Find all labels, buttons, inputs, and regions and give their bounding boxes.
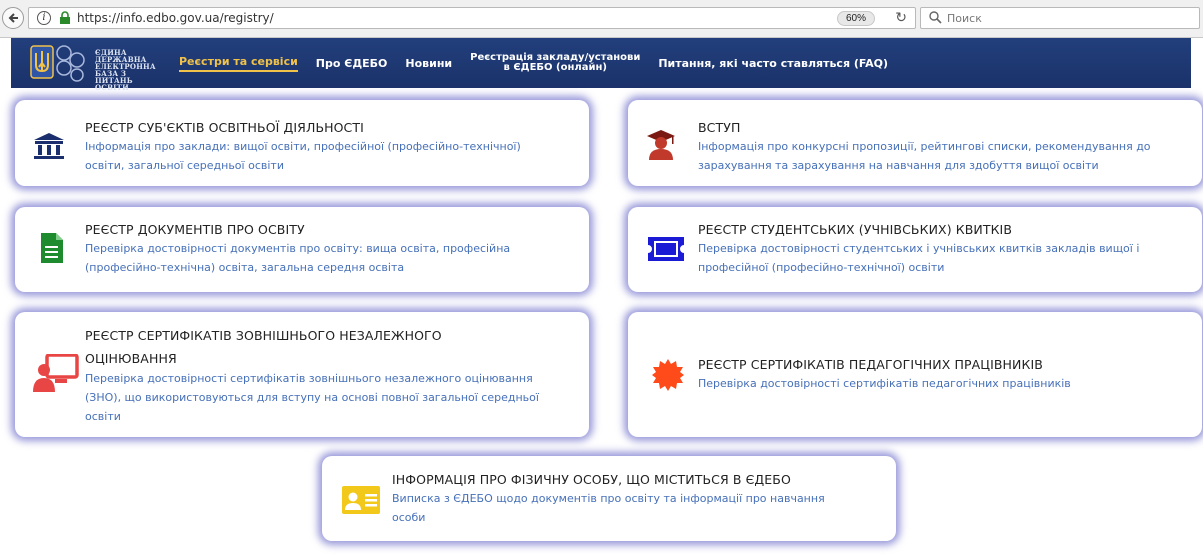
info-icon[interactable]: i <box>37 11 51 25</box>
card-personal-info[interactable]: ІНФОРМАЦІЯ ПРО ФІЗИЧНУ ОСОБУ, ЩО МІСТИТЬ… <box>322 456 896 541</box>
card-description: Інформація про заклади: вищої освіти, пр… <box>85 140 521 172</box>
certificate-badge-icon <box>652 359 684 391</box>
card-title: РЕЄСТР СУБ'ЄКТІВ ОСВІТНЬОЇ ДІЯЛЬНОСТІ <box>85 120 364 135</box>
nav-registration[interactable]: Реєстрація закладу/установи в ЄДЕБО (онл… <box>470 53 640 73</box>
card-admission[interactable]: ВСТУП Інформація про конкурсні пропозиці… <box>628 100 1202 186</box>
card-teacher-certificates[interactable]: РЕЄСТР СЕРТИФІКАТІВ ПЕДАГОГІЧНИХ ПРАЦІВН… <box>628 312 1202 437</box>
back-arrow-icon <box>8 13 18 23</box>
card-title: РЕЄСТР СЕРТИФІКАТІВ ПЕДАГОГІЧНИХ ПРАЦІВН… <box>698 357 1043 372</box>
trident-emblem-icon <box>30 45 85 82</box>
card-description: Перевірка достовірності студентських і у… <box>698 242 1140 274</box>
address-bar[interactable]: i https://info.edbo.gov.ua/registry/ 60%… <box>28 7 916 29</box>
nav-news[interactable]: Новини <box>405 57 452 70</box>
nav-about[interactable]: Про ЄДЕБО <box>316 57 388 70</box>
edebo-logo[interactable]: ЄДИНА ДЕРЖАВНА ЕЛЕКТРОННА БАЗА З ПИТАНЬ … <box>29 43 164 91</box>
card-institutions-registry[interactable]: РЕЄСТР СУБ'ЄКТІВ ОСВІТНЬОЇ ДІЯЛЬНОСТІ Ін… <box>15 100 589 186</box>
card-description: Інформація про конкурсні пропозиції, рей… <box>698 140 1151 172</box>
url-text[interactable]: https://info.edbo.gov.ua/registry/ <box>77 11 274 25</box>
search-icon <box>929 11 943 25</box>
reload-icon[interactable]: ↻ <box>895 10 907 26</box>
logo-text: ЄДИНА ДЕРЖАВНА ЕЛЕКТРОННА БАЗА З ПИТАНЬ … <box>95 48 156 92</box>
lock-icon[interactable] <box>59 11 71 25</box>
presenter-icon <box>33 354 79 392</box>
card-description: Перевірка достовірності сертифікатів пед… <box>698 377 1071 390</box>
site-header: ЄДИНА ДЕРЖАВНА ЕЛЕКТРОННА БАЗА З ПИТАНЬ … <box>11 38 1191 91</box>
card-education-documents[interactable]: РЕЄСТР ДОКУМЕНТІВ ПРО ОСВІТУ Перевірка д… <box>15 207 589 292</box>
back-button[interactable] <box>2 7 24 29</box>
card-student-tickets[interactable]: РЕЄСТР СТУДЕНТСЬКИХ (УЧНІВСЬКИХ) КВИТКІВ… <box>628 207 1202 292</box>
zoom-level[interactable]: 60% <box>836 11 875 26</box>
card-title: РЕЄСТР СЕРТИФІКАТІВ ЗОВНІШНЬОГО НЕЗАЛЕЖН… <box>85 328 442 366</box>
graduate-icon <box>647 130 675 160</box>
card-title: РЕЄСТР ДОКУМЕНТІВ ПРО ОСВІТУ <box>85 222 305 237</box>
id-card-icon <box>342 486 380 514</box>
card-title: ІНФОРМАЦІЯ ПРО ФІЗИЧНУ ОСОБУ, ЩО МІСТИТЬ… <box>392 472 791 487</box>
card-testing-certificates[interactable]: РЕЄСТР СЕРТИФІКАТІВ ЗОВНІШНЬОГО НЕЗАЛЕЖН… <box>15 312 589 437</box>
ticket-icon <box>648 237 684 261</box>
search-placeholder: Поиск <box>947 11 982 25</box>
browser-toolbar: i https://info.edbo.gov.ua/registry/ 60%… <box>0 0 1203 38</box>
card-title: РЕЄСТР СТУДЕНТСЬКИХ (УЧНІВСЬКИХ) КВИТКІВ <box>698 222 1013 237</box>
nav-registration-line2: в ЄДЕБО (онлайн) <box>503 62 607 73</box>
institution-icon <box>34 133 64 159</box>
main-nav: Реєстри та сервіси Про ЄДЕБО Новини Реєс… <box>179 38 906 88</box>
nav-registries[interactable]: Реєстри та сервіси <box>179 55 298 72</box>
document-icon <box>41 233 63 263</box>
nav-faq[interactable]: Питання, які часто ставляться (FAQ) <box>658 57 888 70</box>
card-title: ВСТУП <box>698 120 741 135</box>
browser-search-input[interactable]: Поиск <box>920 7 1200 29</box>
card-description: Виписка з ЄДЕБО щодо документів про осві… <box>392 492 825 524</box>
card-description: Перевірка достовірності документів про о… <box>85 242 511 274</box>
card-description: Перевірка достовірності сертифікатів зов… <box>85 372 539 423</box>
